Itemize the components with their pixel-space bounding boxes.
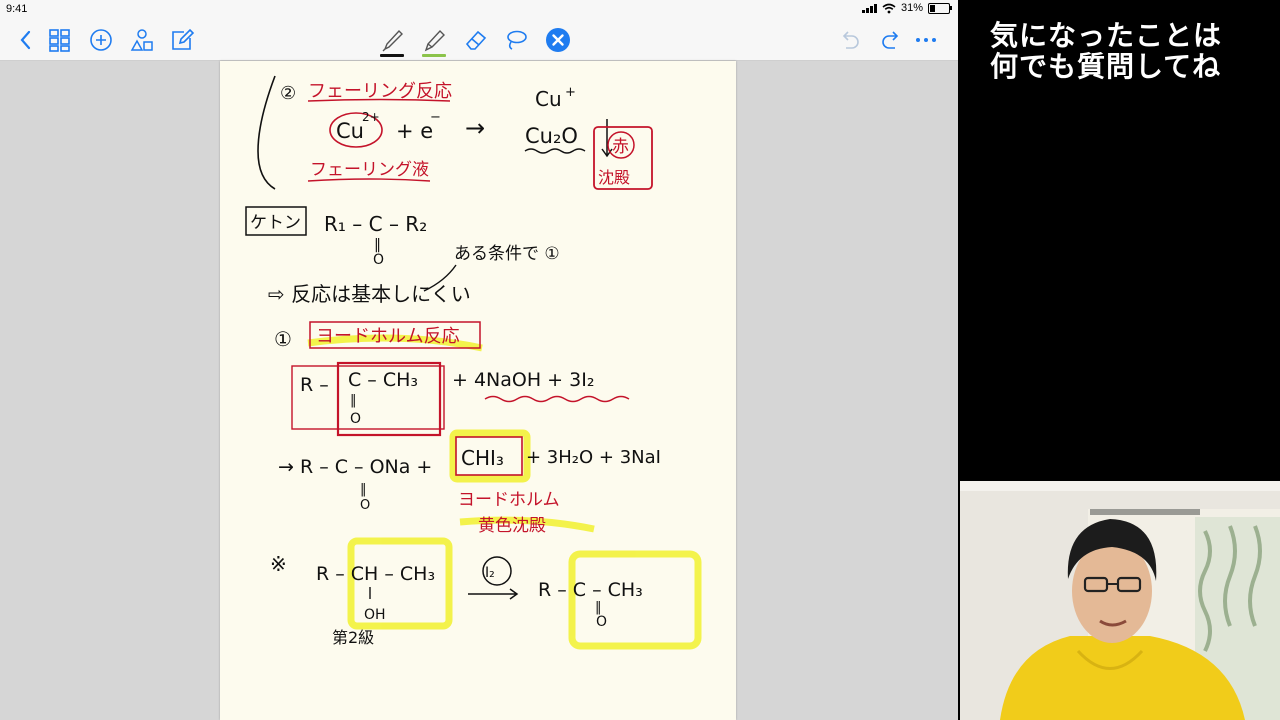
electron-charge: −: [430, 110, 441, 125]
ketone-oxygen: O: [373, 252, 384, 268]
lasso-icon[interactable]: [500, 24, 532, 56]
product-double-bond: ‖: [360, 482, 367, 497]
back-chevron-icon[interactable]: [10, 24, 42, 56]
alcohol-oh: OH: [364, 607, 386, 623]
alcohol-formula: R – CH – CH₃: [316, 563, 435, 585]
cu-plus-ion: Cu: [535, 87, 562, 111]
handwritten-notes: ② フェーリング反応 Cu 2+ + e − → Cu + Cu₂O 赤 沈殿 …: [245, 75, 702, 650]
presenter-image: [960, 481, 1280, 720]
pen-icon[interactable]: [376, 24, 408, 57]
ketone-double-bond: ‖: [374, 237, 381, 253]
i2-reagent: I₂: [485, 565, 495, 581]
iodoform-title: ヨードホルム反応: [316, 326, 460, 347]
notes-app: 9:41 31% ② フェーリング反応 Cu 2+ + e − → Cu + C…: [0, 0, 958, 720]
plus-electron: + e: [396, 119, 433, 143]
ketone-product-oxygen: O: [596, 614, 607, 630]
caption-line-2: 何でも質問してね: [990, 50, 1222, 83]
iodoform-name: ヨードホルム: [458, 490, 560, 510]
solution-underline: [307, 178, 431, 182]
note-page[interactable]: ② フェーリング反応 Cu 2+ + e − → Cu + Cu₂O 赤 沈殿 …: [220, 61, 736, 720]
oxidation-arrow: [468, 588, 519, 600]
chi3: CHI₃: [461, 446, 504, 470]
cu2o-formula: Cu₂O: [525, 124, 578, 148]
highlighter-icon[interactable]: [418, 24, 450, 57]
grid-icon[interactable]: [44, 24, 76, 56]
ketone-label: ケトン: [250, 213, 301, 233]
battery-icon: [928, 2, 952, 14]
reactant-oxygen: O: [350, 411, 361, 427]
product-oxygen: O: [360, 498, 370, 513]
shapes-icon[interactable]: [126, 24, 158, 56]
undo-icon[interactable]: [834, 24, 866, 56]
wavy-underline: [524, 148, 586, 154]
fehling-solution-label: フェーリング液: [310, 160, 429, 180]
toolbar: [0, 20, 958, 61]
pen-color-indicator: [380, 54, 404, 57]
cu2-ion: Cu: [336, 119, 364, 143]
eraser-icon[interactable]: [460, 24, 492, 56]
reagents-wavy-underline: [484, 395, 630, 403]
reactant-methyl: C – CH₃: [348, 369, 418, 391]
byproducts: + 3H₂O + 3NaI: [526, 447, 661, 468]
circle-number-one: ①: [274, 327, 292, 351]
note-mark: ※: [270, 552, 287, 576]
edit-icon[interactable]: [166, 24, 198, 56]
status-time: 9:41: [6, 3, 28, 15]
plus-circle-icon[interactable]: [85, 24, 117, 56]
reactant-double-bond: ‖: [350, 393, 357, 408]
reaction-note: ⇨ 反応は基本しにくい: [268, 282, 471, 306]
side-caption: 気になったことは 何でも質問してね: [990, 20, 1270, 82]
secondary-label: 第2級: [332, 628, 374, 647]
status-right: 31%: [861, 2, 952, 14]
cu2-charge: 2+: [362, 110, 380, 124]
status-bar: 9:41 31%: [0, 0, 958, 20]
reaction-arrow: →: [465, 114, 485, 142]
webcam-feed: [960, 481, 1280, 720]
reagents: + 4NaOH + 3I₂: [452, 369, 594, 391]
condition-note: ある条件で ①: [454, 244, 560, 264]
product-formula: → R – C – ONa +: [278, 456, 432, 478]
ketone-formula: R₁ – C – R₂: [324, 212, 427, 236]
highlighter-color-indicator: [422, 54, 446, 57]
cu-plus-charge: +: [565, 85, 576, 100]
bracket: [257, 75, 276, 190]
red-label: 赤: [612, 137, 629, 157]
battery-percent: 31%: [900, 2, 923, 14]
precipitate-label: 沈殿: [598, 168, 630, 187]
caption-line-1: 気になったことは: [990, 19, 1223, 52]
yellow-precipitate: 黄色沈殿: [478, 516, 546, 536]
reactant-r: R –: [300, 374, 329, 396]
ketone-product-double-bond: ‖: [595, 600, 602, 615]
close-icon[interactable]: [542, 24, 574, 56]
more-icon[interactable]: [910, 24, 942, 56]
signal-icon: [861, 3, 877, 13]
redo-icon[interactable]: [875, 24, 907, 56]
wifi-icon: [882, 3, 896, 13]
ketone-product: R – C – CH₃: [538, 579, 643, 601]
circle-number-two: ②: [280, 83, 296, 104]
